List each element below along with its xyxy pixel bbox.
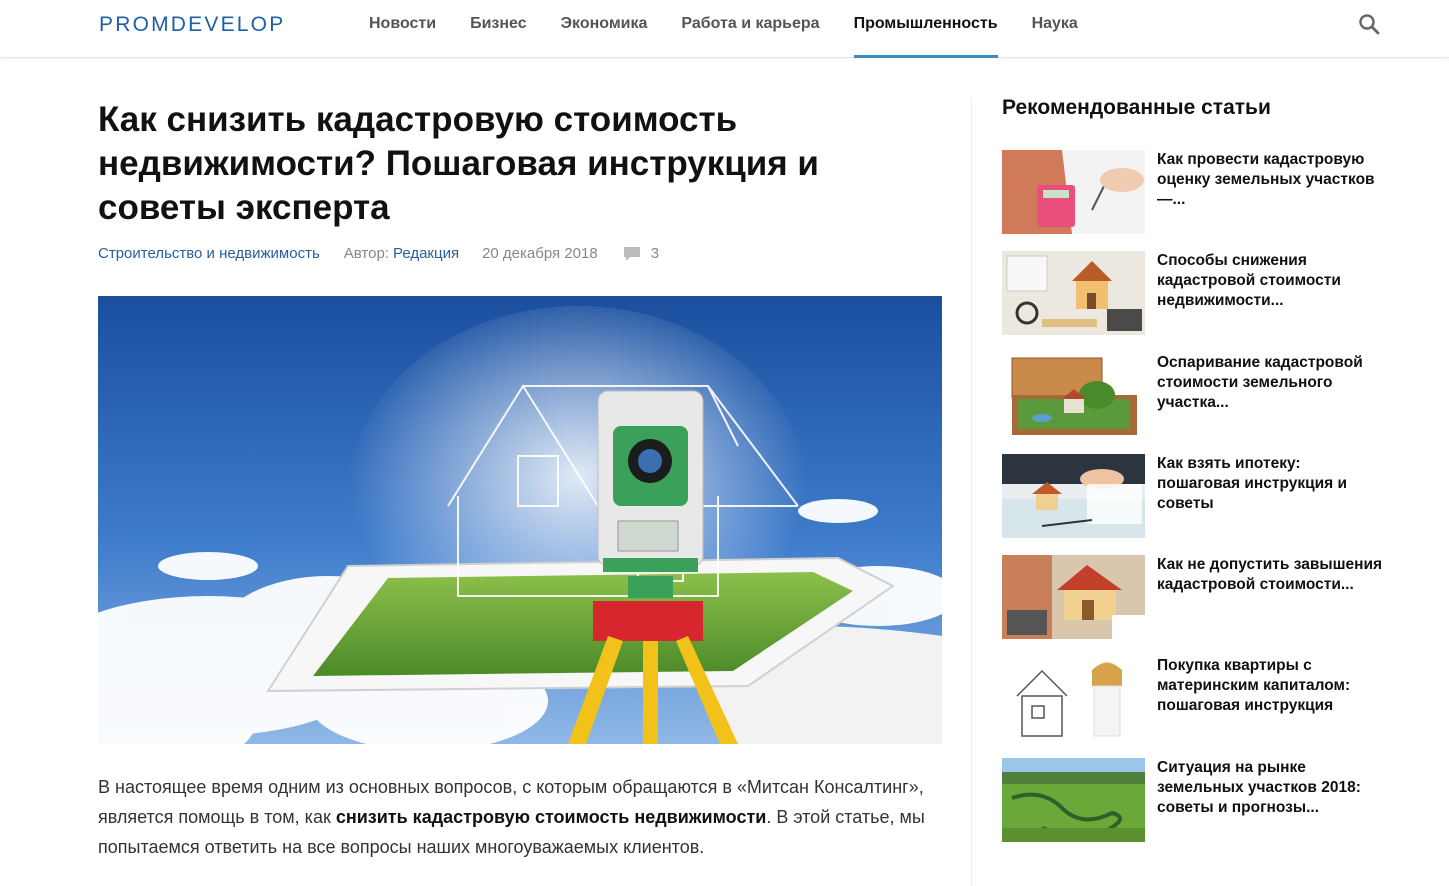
main-nav: Новости Бизнес Экономика Работа и карьер… — [352, 0, 1095, 58]
author-link[interactable]: Редакция — [393, 245, 459, 262]
comments-count[interactable]: 3 — [651, 245, 659, 262]
nav-item-economy[interactable]: Экономика — [544, 0, 665, 58]
recommended-thumbnail[interactable] — [1002, 758, 1145, 842]
recommended-title[interactable]: Покупка квартиры с материнским капиталом… — [1157, 656, 1387, 716]
sidebar-divider — [971, 98, 972, 886]
search-icon[interactable] — [1357, 12, 1381, 36]
article-category-link[interactable]: Строительство и недвижимость — [98, 245, 320, 262]
author-label: Автор: — [343, 245, 389, 262]
recommended-item[interactable]: Покупка квартиры с материнским капиталом… — [1002, 656, 1402, 740]
recommended-item[interactable]: Способы снижения кадастровой стоимости н… — [1002, 251, 1402, 335]
site-header: PROMDEVELOP Новости Бизнес Экономика Раб… — [0, 0, 1449, 58]
recommended-thumbnail[interactable] — [1002, 555, 1145, 639]
recommended-thumbnail[interactable] — [1002, 353, 1145, 437]
recommended-item[interactable]: Оспаривание кадастровой стоимости земель… — [1002, 353, 1402, 437]
article-title: Как снизить кадастровую стоимость недвиж… — [98, 100, 819, 227]
recommended-item[interactable]: Ситуация на рынке земельных участков 201… — [1002, 758, 1402, 842]
recommended-item[interactable]: Как взять ипотеку: пошаговая инструкция … — [1002, 454, 1402, 538]
recommended-thumbnail[interactable] — [1002, 150, 1145, 234]
nav-item-science[interactable]: Наука — [1015, 0, 1095, 58]
recommended-title[interactable]: Как провести кадастровую оценку земельны… — [1157, 150, 1387, 210]
comment-icon[interactable] — [623, 246, 641, 262]
recommended-thumbnail[interactable] — [1002, 656, 1145, 740]
article-meta: Строительство и недвижимость Автор: Реда… — [98, 245, 659, 262]
intro-bold-text: снизить кадастровую стоимость недвижимос… — [335, 807, 767, 827]
recommended-thumbnail[interactable] — [1002, 251, 1145, 335]
article-intro: В настоящее время одним из основных вопр… — [98, 772, 958, 862]
recommended-item[interactable]: Как не допустить завышения кадастровой с… — [1002, 555, 1402, 639]
recommended-item[interactable]: Как провести кадастровую оценку земельны… — [1002, 150, 1402, 234]
recommended-title[interactable]: Ситуация на рынке земельных участков 201… — [1157, 758, 1387, 818]
nav-item-industry[interactable]: Промышленность — [837, 0, 1015, 58]
recommended-title[interactable]: Как взять ипотеку: пошаговая инструкция … — [1157, 454, 1387, 514]
article-hero-image — [98, 296, 942, 744]
recommended-title[interactable]: Способы снижения кадастровой стоимости н… — [1157, 251, 1387, 311]
nav-item-business[interactable]: Бизнес — [453, 0, 544, 58]
recommended-title[interactable]: Оспаривание кадастровой стоимости земель… — [1157, 353, 1387, 413]
recommended-title[interactable]: Как не допустить завышения кадастровой с… — [1157, 555, 1387, 595]
recommended-thumbnail[interactable] — [1002, 454, 1145, 538]
article-date: 20 декабря 2018 — [482, 245, 598, 262]
site-logo[interactable]: PROMDEVELOP — [99, 13, 285, 37]
sidebar-title: Рекомендованные статьи — [1002, 96, 1271, 119]
nav-item-news[interactable]: Новости — [352, 0, 453, 58]
nav-item-career[interactable]: Работа и карьера — [664, 0, 836, 58]
